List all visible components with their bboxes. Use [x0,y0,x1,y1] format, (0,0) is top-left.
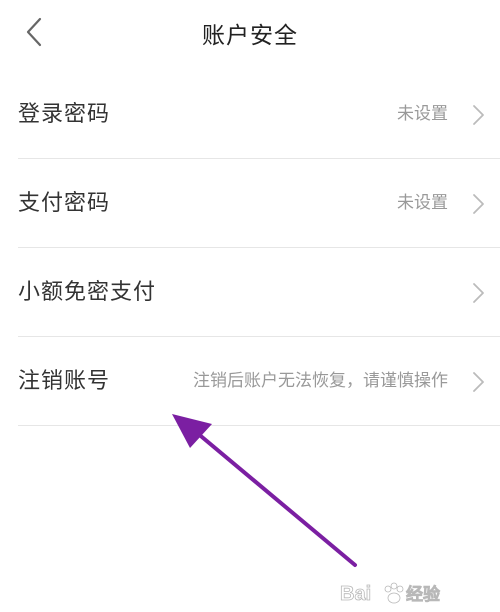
settings-item-label: 登录密码 [18,102,111,127]
chevron-right-icon [473,105,484,125]
settings-item-value: 未设置 [397,193,448,213]
settings-item-password-free-payment[interactable]: 小额免密支付 [18,248,500,337]
settings-list: 登录密码 未设置 支付密码 未设置 小额免密支付 注销账号 注销后账户无法恢复，… [0,70,500,426]
settings-item-value: 注销后账户无法恢复，请谨慎操作 [193,371,448,391]
settings-item-login-password[interactable]: 登录密码 未设置 [18,70,500,159]
baidu-paw-icon [384,582,404,604]
chevron-right-icon [473,194,484,214]
watermark-brand-text: Bai [340,583,371,605]
settings-item-label: 小额免密支付 [18,280,157,305]
baidu-watermark: Bai 经验 [340,582,441,605]
settings-item-cancel-account[interactable]: 注销账号 注销后账户无法恢复，请谨慎操作 [18,337,500,426]
settings-item-payment-password[interactable]: 支付密码 未设置 [18,159,500,248]
navigation-bar: 账户安全 [0,0,500,66]
chevron-right-icon [473,372,484,392]
settings-item-label: 注销账号 [18,369,111,394]
page-title: 账户安全 [202,23,298,49]
watermark-suffix-text: 经验 [406,584,441,605]
settings-item-value: 未设置 [397,104,448,124]
settings-item-label: 支付密码 [18,191,111,216]
chevron-right-icon [473,283,484,303]
